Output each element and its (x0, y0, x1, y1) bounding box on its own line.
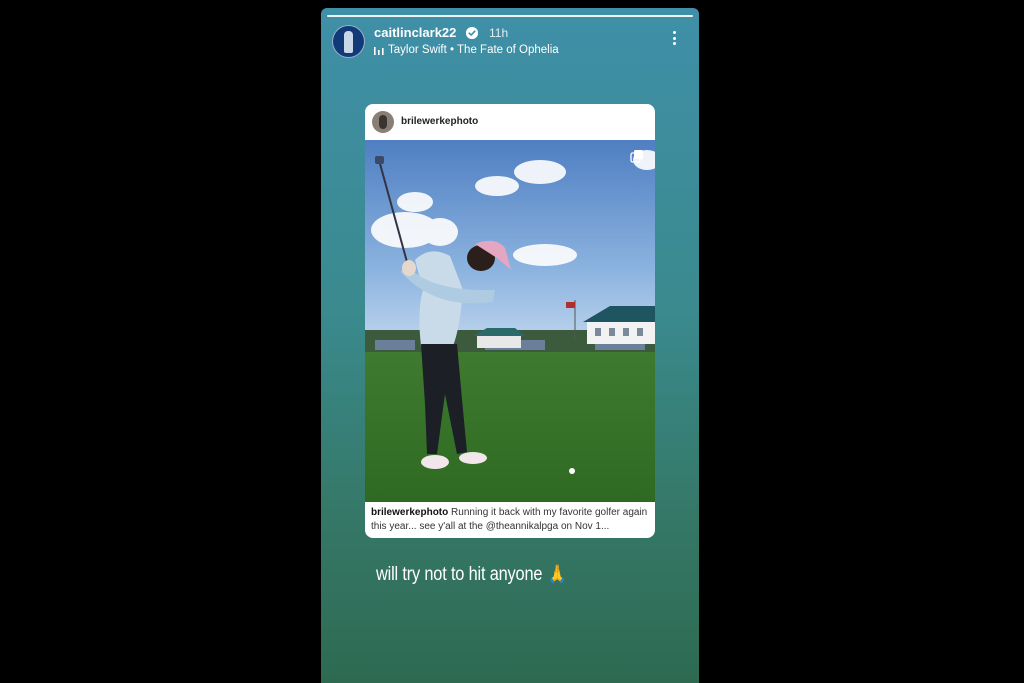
praying-hands-emoji-icon: 🙏 (547, 564, 567, 584)
post-author-avatar[interactable] (372, 111, 394, 133)
music-info[interactable]: Taylor Swift • The Fate of Ophelia (388, 44, 559, 56)
post-author-username[interactable]: brilewerkephoto (401, 116, 478, 127)
story-text: will try not to hit anyone (376, 564, 543, 585)
story-progress-bar (327, 15, 693, 17)
caption-username[interactable]: brilewerkephoto (371, 507, 448, 518)
music-song: The Fate of Ophelia (457, 44, 559, 56)
verified-badge-icon (466, 27, 478, 39)
story-username[interactable]: caitlinclark22 (374, 25, 456, 40)
story-text-overlay: will try not to hit anyone 🙏 (376, 564, 567, 586)
post-caption: brilewerkephoto Running it back with my … (371, 506, 651, 534)
golf-swing-photo (365, 140, 655, 502)
more-vertical-icon[interactable] (667, 31, 681, 51)
music-separator: • (450, 44, 455, 56)
music-artist: Taylor Swift (388, 44, 447, 56)
music-bars-icon (374, 47, 384, 55)
story-frame: caitlinclark22 11h Taylor Swift • The Fa… (321, 8, 699, 683)
profile-avatar[interactable] (332, 25, 365, 58)
shared-post-card[interactable]: brilewerkephoto brilewerkephoto Running … (365, 104, 655, 538)
story-time: 11h (489, 26, 509, 40)
